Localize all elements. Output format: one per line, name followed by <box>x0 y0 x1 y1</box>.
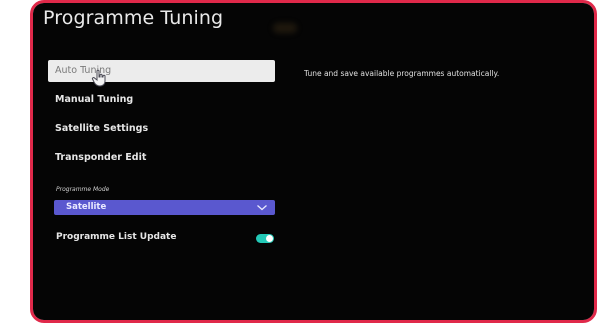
page-title: Programme Tuning <box>43 7 224 29</box>
programme-list-update-label: Programme List Update <box>56 232 177 242</box>
menu-item-label: Satellite Settings <box>55 123 149 134</box>
menu-item-auto-tuning[interactable]: Auto Tuning <box>48 60 275 87</box>
tv-screen: Programme Tuning Auto Tuning Manual Tuni… <box>33 3 594 320</box>
tuning-menu: Auto Tuning Manual Tuning Satellite Sett… <box>48 60 275 243</box>
menu-item-label: Transponder Edit <box>55 152 147 163</box>
toggle-knob <box>266 235 273 242</box>
menu-item-manual-tuning[interactable]: Manual Tuning <box>48 89 275 111</box>
programme-list-update-toggle[interactable] <box>256 234 274 243</box>
menu-item-label: Manual Tuning <box>55 94 134 105</box>
programme-mode-label: Programme Mode <box>56 186 110 193</box>
background-smudge <box>273 23 297 33</box>
menu-item-transponder-edit[interactable]: Transponder Edit <box>48 147 275 169</box>
programme-mode-dropdown[interactable]: Satellite <box>54 200 275 215</box>
tv-frame: Programme Tuning Auto Tuning Manual Tuni… <box>30 0 597 323</box>
chevron-down-icon <box>257 205 267 211</box>
menu-item-satellite-settings[interactable]: Satellite Settings <box>48 118 275 140</box>
item-description: Tune and save available programmes autom… <box>304 69 500 78</box>
programme-mode-value: Satellite <box>66 202 107 212</box>
pointer-hand-icon <box>91 69 106 87</box>
